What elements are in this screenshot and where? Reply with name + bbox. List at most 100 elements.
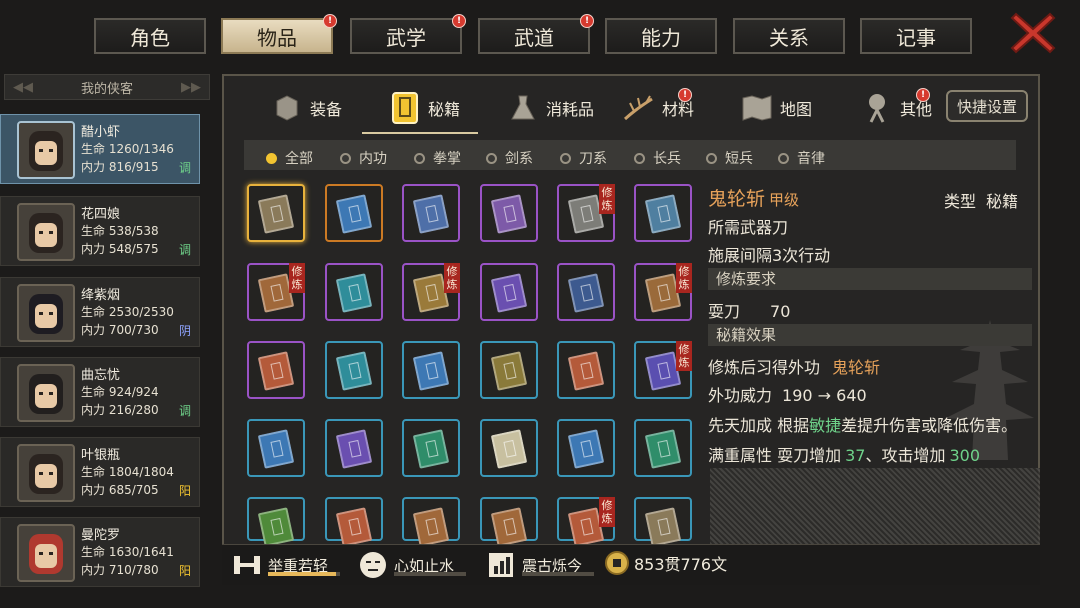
book-icon bbox=[567, 273, 605, 313]
book-icon bbox=[567, 351, 605, 391]
book-icon bbox=[257, 429, 295, 469]
top-tab-4[interactable]: 能力 bbox=[605, 18, 717, 54]
item-slot[interactable] bbox=[247, 341, 305, 399]
item-slot[interactable] bbox=[325, 341, 383, 399]
book-icon bbox=[412, 429, 450, 469]
item-slot[interactable]: 修炼 bbox=[634, 341, 692, 399]
filter-option[interactable]: 音律 bbox=[778, 148, 825, 168]
filter-option[interactable]: 短兵 bbox=[706, 148, 753, 168]
category-tab-0[interactable]: 装备 bbox=[270, 84, 342, 132]
passive-skill[interactable]: 心如止水 bbox=[358, 550, 466, 580]
filter-option[interactable]: 刀系 bbox=[560, 148, 607, 168]
item-slot[interactable] bbox=[480, 497, 538, 547]
hero-portrait-icon bbox=[29, 294, 63, 334]
item-slot[interactable]: 修炼 bbox=[557, 184, 615, 242]
hero-card[interactable]: 曼陀罗 生命 1630/1641 内力 710/780 阳 bbox=[0, 517, 200, 587]
item-slot[interactable] bbox=[402, 419, 460, 477]
top-tab-6[interactable]: 记事 bbox=[860, 18, 972, 54]
top-tab-3[interactable]: 武道! bbox=[478, 14, 594, 54]
potion-icon bbox=[506, 91, 540, 125]
avatar bbox=[17, 524, 75, 582]
top-tab-1[interactable]: 物品! bbox=[221, 14, 337, 54]
hero-list-header: ◀◀ 我的侠客 ▶▶ bbox=[4, 74, 210, 100]
filter-label: 内功 bbox=[359, 151, 387, 167]
item-slot[interactable] bbox=[634, 184, 692, 242]
item-slot[interactable]: 修炼 bbox=[557, 497, 615, 547]
map-icon bbox=[740, 91, 774, 125]
training-badge: 修炼 bbox=[599, 497, 615, 527]
top-tab-2[interactable]: 武学! bbox=[350, 14, 466, 54]
item-slot[interactable] bbox=[557, 263, 615, 321]
item-slot[interactable] bbox=[480, 419, 538, 477]
passive-skill[interactable]: 震古烁今 bbox=[486, 550, 594, 580]
item-slot[interactable] bbox=[402, 497, 460, 547]
item-slot[interactable] bbox=[325, 263, 383, 321]
item-slot[interactable] bbox=[247, 419, 305, 477]
filter-option[interactable]: 长兵 bbox=[634, 148, 681, 168]
filter-option[interactable]: 拳掌 bbox=[414, 148, 461, 168]
filter-label: 音律 bbox=[797, 151, 825, 167]
calm-face-icon bbox=[358, 550, 388, 580]
category-tab-3[interactable]: 材料! bbox=[622, 84, 694, 132]
hero-card[interactable]: 醋小虾 生命 1260/1346 内力 816/915 调 bbox=[0, 114, 200, 184]
item-slot[interactable] bbox=[247, 184, 305, 242]
item-slot[interactable] bbox=[325, 497, 383, 547]
chevron-right-icon[interactable]: ▶▶ bbox=[181, 80, 201, 95]
hero-card[interactable]: 绛紫烟 生命 2530/2530 内力 700/730 阴 bbox=[0, 277, 200, 347]
effect-innate-bonus: 先天加成 根据敏捷差提升伤害或降低伤害。 bbox=[708, 416, 1018, 435]
filter-option[interactable]: 全部 bbox=[266, 148, 313, 168]
item-slot[interactable]: 修炼 bbox=[247, 263, 305, 321]
category-tab-4[interactable]: 地图 bbox=[740, 84, 812, 132]
item-slot[interactable] bbox=[402, 184, 460, 242]
item-slot[interactable] bbox=[480, 263, 538, 321]
item-slot[interactable] bbox=[480, 184, 538, 242]
lantern-icon bbox=[860, 91, 894, 125]
item-slot[interactable] bbox=[325, 419, 383, 477]
radio-icon bbox=[340, 152, 351, 164]
hero-attribute-tag: 调 bbox=[179, 161, 192, 175]
item-slot[interactable] bbox=[325, 184, 383, 242]
passive-skill-progress bbox=[522, 572, 594, 576]
hero-portrait-icon bbox=[29, 454, 63, 494]
training-badge: 修炼 bbox=[599, 184, 615, 214]
book-icon bbox=[257, 194, 295, 234]
hero-card[interactable]: 叶银瓶 生命 1804/1804 内力 685/705 阳 bbox=[0, 437, 200, 507]
top-tab-label: 能力 bbox=[641, 25, 681, 50]
top-tab-0[interactable]: 角色 bbox=[94, 18, 206, 54]
item-slot[interactable] bbox=[402, 341, 460, 399]
item-slot[interactable] bbox=[247, 497, 305, 547]
category-tab-5[interactable]: 其他! bbox=[860, 84, 932, 132]
hero-card[interactable]: 曲忘忧 生命 924/924 内力 216/280 调 bbox=[0, 357, 200, 427]
top-tab-label: 关系 bbox=[769, 25, 809, 50]
top-tab-5[interactable]: 关系 bbox=[733, 18, 845, 54]
money-amount: 853贯776文 bbox=[634, 555, 728, 574]
filter-label: 剑系 bbox=[505, 151, 533, 167]
item-slot[interactable] bbox=[557, 419, 615, 477]
item-slot[interactable] bbox=[634, 497, 692, 547]
alert-badge-icon: ! bbox=[580, 14, 594, 28]
avatar bbox=[17, 284, 75, 342]
category-tab-1[interactable]: 秘籍 bbox=[388, 84, 460, 132]
item-slot[interactable]: 修炼 bbox=[402, 263, 460, 321]
hero-name: 绛紫烟 bbox=[81, 288, 121, 303]
top-tab-label: 物品 bbox=[257, 25, 297, 50]
item-slot[interactable]: 修炼 bbox=[634, 263, 692, 321]
item-type: 类型 秘籍 bbox=[944, 192, 1019, 211]
active-tab-underline bbox=[362, 132, 478, 134]
hero-hp: 生命 1630/1641 bbox=[81, 545, 174, 559]
item-slot[interactable] bbox=[634, 419, 692, 477]
hero-card[interactable]: 花四娘 生命 538/538 内力 548/575 调 bbox=[0, 196, 200, 266]
training-badge: 修炼 bbox=[289, 263, 305, 293]
passive-skill[interactable]: 举重若轻 bbox=[232, 550, 340, 580]
filter-option[interactable]: 内功 bbox=[340, 148, 387, 168]
item-slot[interactable] bbox=[557, 341, 615, 399]
quick-settings-button[interactable]: 快捷设置 bbox=[946, 90, 1028, 122]
passive-skill-progress bbox=[268, 572, 340, 576]
hero-mp: 内力 700/730 bbox=[81, 323, 159, 337]
chevron-left-icon[interactable]: ◀◀ bbox=[13, 80, 33, 95]
item-slot[interactable] bbox=[480, 341, 538, 399]
category-tab-2[interactable]: 消耗品 bbox=[506, 84, 594, 132]
alert-badge-icon: ! bbox=[916, 88, 930, 102]
filter-option[interactable]: 剑系 bbox=[486, 148, 533, 168]
close-icon[interactable] bbox=[1010, 10, 1056, 56]
